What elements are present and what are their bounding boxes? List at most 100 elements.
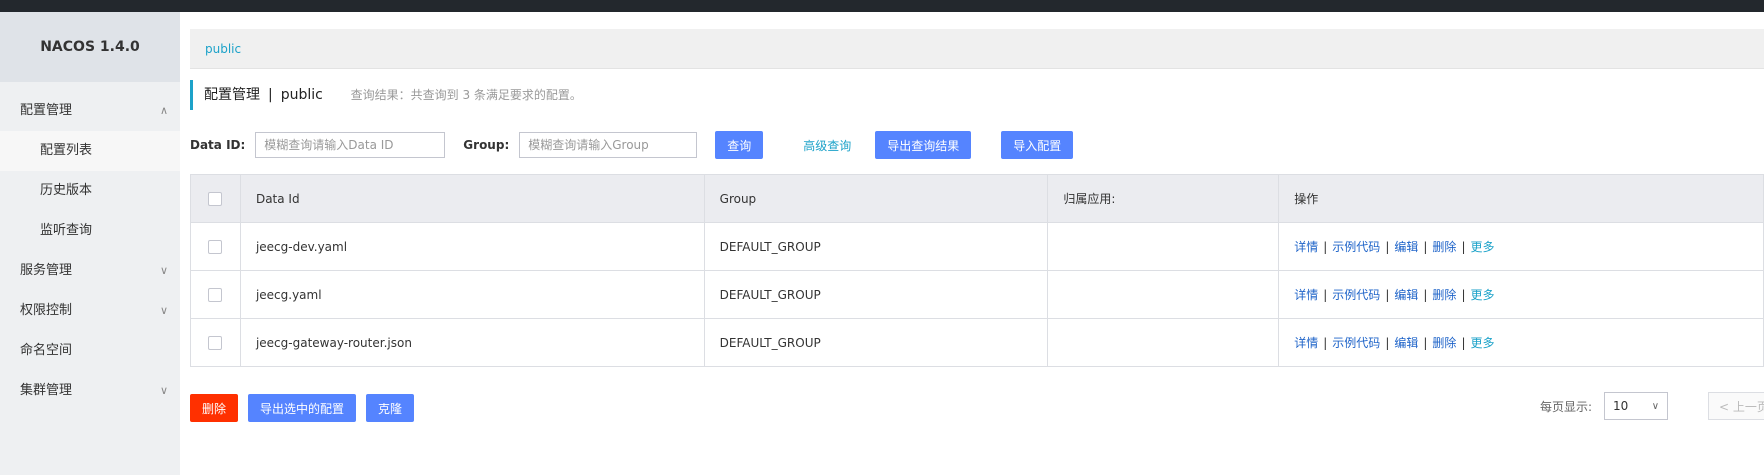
- query-result-hint: 查询结果：共查询到 3 条满足要求的配置。: [350, 88, 582, 102]
- import-config-button[interactable]: 导入配置: [1001, 131, 1074, 159]
- bulk-actions-bar: 删除 导出选中的配置 克隆: [190, 394, 415, 422]
- row-checkbox[interactable]: [208, 335, 223, 350]
- top-bar: [0, 0, 1764, 12]
- sidebar-item-config-management[interactable]: 配置管理 ∧: [0, 91, 180, 131]
- sidebar-item-namespace[interactable]: 命名空间: [0, 331, 180, 371]
- cell-operations: 详情 | 示例代码 | 编辑 | 删除 | 更多: [1278, 318, 1764, 367]
- column-header-app: 归属应用:: [1047, 174, 1280, 223]
- select-all-checkbox[interactable]: [208, 191, 223, 206]
- table-row: jeecg-gateway-router.json DEFAULT_GROUP …: [190, 318, 1764, 367]
- column-header-data-id: Data Id: [239, 174, 705, 223]
- action-separator: |: [1423, 288, 1428, 302]
- sidebar-item-label: 集群管理: [20, 383, 73, 398]
- delete-link[interactable]: 删除: [1432, 288, 1456, 302]
- advanced-query-link[interactable]: 高级查询: [803, 137, 851, 154]
- cell-operations: 详情 | 示例代码 | 编辑 | 删除 | 更多: [1278, 270, 1764, 319]
- data-id-input[interactable]: [255, 132, 446, 158]
- cell-app: [1047, 222, 1280, 271]
- action-separator: |: [1323, 336, 1328, 350]
- sidebar-item-history[interactable]: 历史版本: [0, 171, 180, 211]
- cell-app: [1047, 270, 1280, 319]
- action-separator: |: [1461, 336, 1466, 350]
- more-link[interactable]: 更多: [1470, 288, 1494, 302]
- chevron-down-icon: ∨: [159, 264, 168, 277]
- cell-data-id: jeecg-gateway-router.json: [239, 318, 705, 367]
- action-separator: |: [1323, 240, 1328, 254]
- table-row: jeecg-dev.yaml DEFAULT_GROUP 详情 | 示例代码 | 编辑 |…: [190, 222, 1764, 271]
- main-content: public 配置管理 | public 查询结果：共查询到 3 条满足要求的配置。…: [180, 12, 1764, 475]
- cell-group: DEFAULT_GROUP: [703, 222, 1049, 271]
- chevron-down-icon: ∨: [1651, 400, 1660, 412]
- prev-page-button[interactable]: < 上一页: [1708, 392, 1764, 420]
- row-checkbox-cell: [190, 222, 241, 271]
- page-size-control: 每页显示: 10 ∨: [1540, 392, 1669, 420]
- sidebar-item-permission-control[interactable]: 权限控制 ∨: [0, 291, 180, 331]
- namespace-tab-public[interactable]: public: [205, 42, 241, 56]
- column-header-operations: 操作: [1278, 174, 1764, 223]
- sidebar-item-cluster-management[interactable]: 集群管理 ∨: [0, 371, 180, 411]
- action-separator: |: [1461, 240, 1466, 254]
- detail-link[interactable]: 详情: [1294, 240, 1318, 254]
- edit-link[interactable]: 编辑: [1394, 288, 1418, 302]
- sidebar-item-label: 服务管理: [20, 263, 73, 278]
- search-bar: Data ID: Group: 查询 高级查询 导出查询结果 导入配置: [190, 130, 1074, 160]
- delete-link[interactable]: 删除: [1432, 240, 1456, 254]
- table-header-row: Data Id Group 归属应用: 操作: [190, 174, 1764, 223]
- action-separator: |: [1423, 336, 1428, 350]
- more-link[interactable]: 更多: [1470, 336, 1494, 350]
- page-size-label: 每页显示:: [1540, 399, 1593, 414]
- sample-code-link[interactable]: 示例代码: [1332, 288, 1380, 302]
- edit-link[interactable]: 编辑: [1394, 336, 1418, 350]
- action-separator: |: [1385, 288, 1390, 302]
- namespace-bar: public: [190, 29, 1764, 69]
- sidebar-item-label: 配置管理: [20, 103, 73, 118]
- sidebar-item-service-management[interactable]: 服务管理 ∨: [0, 251, 180, 291]
- sidebar-item-label: 命名空间: [20, 343, 73, 358]
- group-input[interactable]: [519, 132, 698, 158]
- data-id-label: Data ID:: [190, 138, 246, 152]
- page-title-text: 配置管理: [204, 87, 260, 103]
- row-checkbox-cell: [190, 318, 241, 367]
- export-query-results-button[interactable]: 导出查询结果: [875, 131, 972, 159]
- delete-link[interactable]: 删除: [1432, 336, 1456, 350]
- group-label: Group:: [463, 138, 510, 152]
- query-button[interactable]: 查询: [715, 131, 764, 159]
- config-table: Data Id Group 归属应用: 操作 jeecg-dev.yaml DE…: [190, 174, 1764, 367]
- action-separator: |: [1323, 288, 1328, 302]
- row-checkbox[interactable]: [208, 287, 223, 302]
- chevron-down-icon: ∨: [159, 304, 168, 317]
- cell-data-id: jeecg-dev.yaml: [239, 222, 705, 271]
- sample-code-link[interactable]: 示例代码: [1332, 240, 1380, 254]
- sidebar-item-listener-query[interactable]: 监听查询: [0, 211, 180, 251]
- table-row: jeecg.yaml DEFAULT_GROUP 详情 | 示例代码 | 编辑 | 删除 | 更…: [190, 270, 1764, 319]
- cell-operations: 详情 | 示例代码 | 编辑 | 删除 | 更多: [1278, 222, 1764, 271]
- page-size-value: 10: [1613, 399, 1629, 413]
- sidebar-item-config-list[interactable]: 配置列表: [0, 131, 180, 171]
- action-separator: |: [1385, 240, 1390, 254]
- detail-link[interactable]: 详情: [1294, 288, 1318, 302]
- title-separator: |: [268, 87, 273, 103]
- page-size-select[interactable]: 10 ∨: [1604, 392, 1669, 420]
- export-selected-button[interactable]: 导出选中的配置: [248, 394, 357, 422]
- edit-link[interactable]: 编辑: [1394, 240, 1418, 254]
- cell-group: DEFAULT_GROUP: [703, 318, 1049, 367]
- row-checkbox-cell: [190, 270, 241, 319]
- detail-link[interactable]: 详情: [1294, 336, 1318, 350]
- action-separator: |: [1385, 336, 1390, 350]
- row-checkbox[interactable]: [208, 239, 223, 254]
- bulk-delete-button[interactable]: 删除: [190, 394, 239, 422]
- action-separator: |: [1461, 288, 1466, 302]
- sample-code-link[interactable]: 示例代码: [1332, 336, 1380, 350]
- clone-button[interactable]: 克隆: [366, 394, 415, 422]
- brand-logo: NACOS 1.4.0: [0, 12, 180, 82]
- sidebar-item-label: 权限控制: [20, 303, 73, 318]
- chevron-down-icon: ∨: [159, 384, 168, 397]
- more-link[interactable]: 更多: [1470, 240, 1494, 254]
- cell-app: [1047, 318, 1280, 367]
- column-header-group: Group: [703, 174, 1049, 223]
- page-title: 配置管理 | public 查询结果：共查询到 3 条满足要求的配置。: [190, 80, 582, 110]
- select-all-cell: [190, 174, 241, 223]
- page-title-namespace: public: [280, 87, 323, 103]
- chevron-up-icon: ∧: [159, 104, 168, 117]
- sidebar: NACOS 1.4.0 配置管理 ∧ 配置列表 历史版本 监听查询 服务管理 ∨…: [0, 12, 180, 475]
